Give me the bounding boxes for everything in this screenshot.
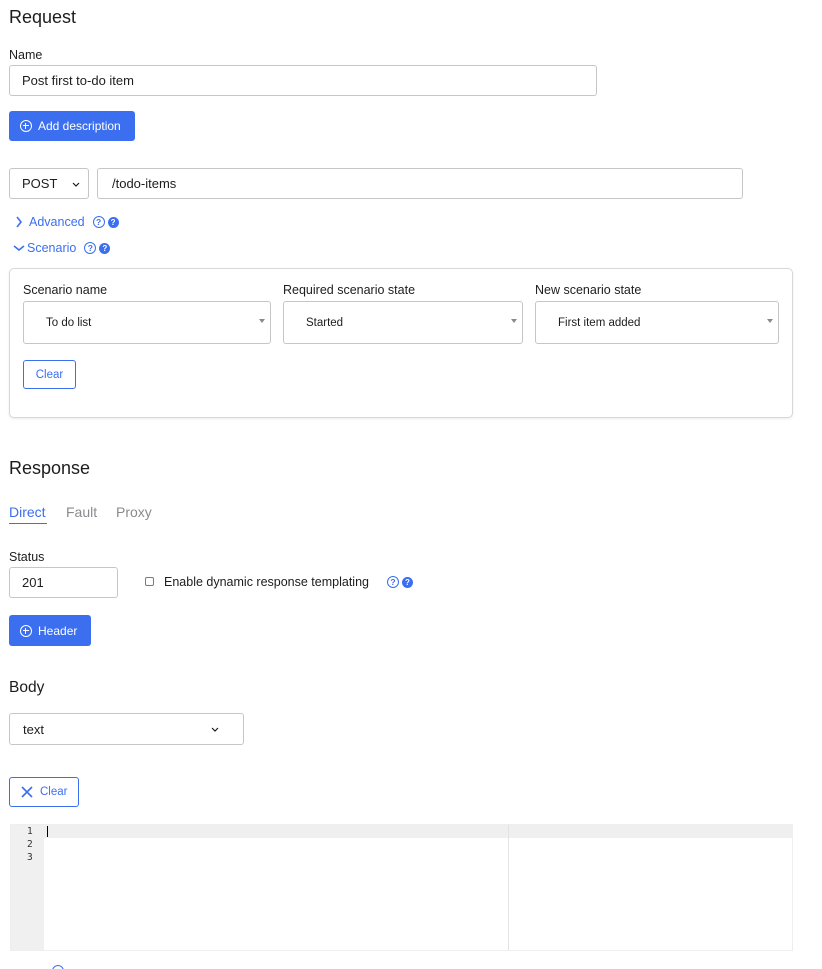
close-icon [21,786,33,798]
status-input[interactable]: 201 [9,567,118,598]
body-clear-label: Clear [40,786,68,798]
dropdown-arrow-icon [259,319,265,323]
scenario-clear-button[interactable]: Clear [23,360,76,389]
request-heading: Request [9,7,77,27]
scenario-toggle[interactable]: Scenario ? ? [13,241,111,255]
dropdown-arrow-icon [767,319,773,323]
editor-active-line [44,825,792,838]
add-description-button[interactable]: Add description [9,111,135,141]
scenario-name-value: To do list [46,316,92,329]
tab-direct-underline [9,523,47,524]
advanced-toggle[interactable]: Advanced ? ? [15,215,119,229]
tab-proxy[interactable]: Proxy [116,504,152,520]
new-state-label: New scenario state [535,283,642,297]
required-state-label: Required scenario state [283,283,416,297]
plus-circle-icon [20,120,32,132]
tab-fault[interactable]: Fault [66,504,97,520]
tab-direct[interactable]: Direct [9,504,46,520]
dropdown-arrow-icon [511,319,517,323]
editor-split-divider [508,825,509,950]
method-value: POST [22,176,58,191]
help-outline-icon: ? [84,242,97,254]
advanced-label: Advanced [29,215,85,229]
scenario-panel: Scenario name To do list Required scenar… [9,268,793,418]
name-input-value: Post first to-do item [22,73,134,88]
chevron-down-icon [211,727,219,732]
templating-label: Enable dynamic response templating [164,575,369,589]
templating-checkbox[interactable] [145,577,154,586]
name-label: Name [9,48,43,62]
plus-circle-icon [20,624,32,637]
url-input[interactable]: /todo-items [97,168,743,199]
add-header-button[interactable]: Header [9,615,91,646]
status-value: 201 [22,575,44,590]
line-number: 2 [27,839,33,850]
templating-help[interactable]: ? ? [387,576,413,588]
scenario-name-select[interactable]: To do list [23,301,271,344]
method-select[interactable]: POST [9,168,89,199]
body-clear-button[interactable]: Clear [9,777,79,807]
scenario-help[interactable]: ? ? [84,242,111,254]
response-heading: Response [9,458,91,478]
cut-off-help-icon [52,965,64,969]
chevron-down-icon [13,245,25,252]
new-state-select[interactable]: First item added [535,301,779,344]
url-value: /todo-items [112,176,177,191]
body-format-value: text [23,721,44,737]
add-header-label: Header [38,623,78,638]
help-filled-icon: ? [107,216,119,228]
body-code-editor[interactable]: 1 2 3 [10,824,793,951]
chevron-down-icon [72,182,80,187]
body-heading: Body [9,679,45,696]
name-input[interactable]: Post first to-do item [9,65,597,96]
body-format-select[interactable]: text [9,713,244,745]
required-state-value: Started [306,316,344,329]
required-state-select[interactable]: Started [283,301,523,344]
add-description-label: Add description [38,119,121,133]
scenario-name-label: Scenario name [23,283,108,297]
help-filled-icon: ? [402,576,413,588]
advanced-help[interactable]: ? ? [92,216,119,228]
line-number: 3 [27,852,33,863]
editor-cursor [47,826,48,837]
help-outline-icon: ? [387,576,399,588]
help-outline-icon: ? [92,216,105,228]
scenario-label: Scenario [27,241,77,255]
help-filled-icon: ? [99,242,111,254]
new-state-value: First item added [558,316,641,329]
line-number: 1 [27,826,33,837]
chevron-right-icon [16,216,23,228]
status-label: Status [9,550,45,564]
